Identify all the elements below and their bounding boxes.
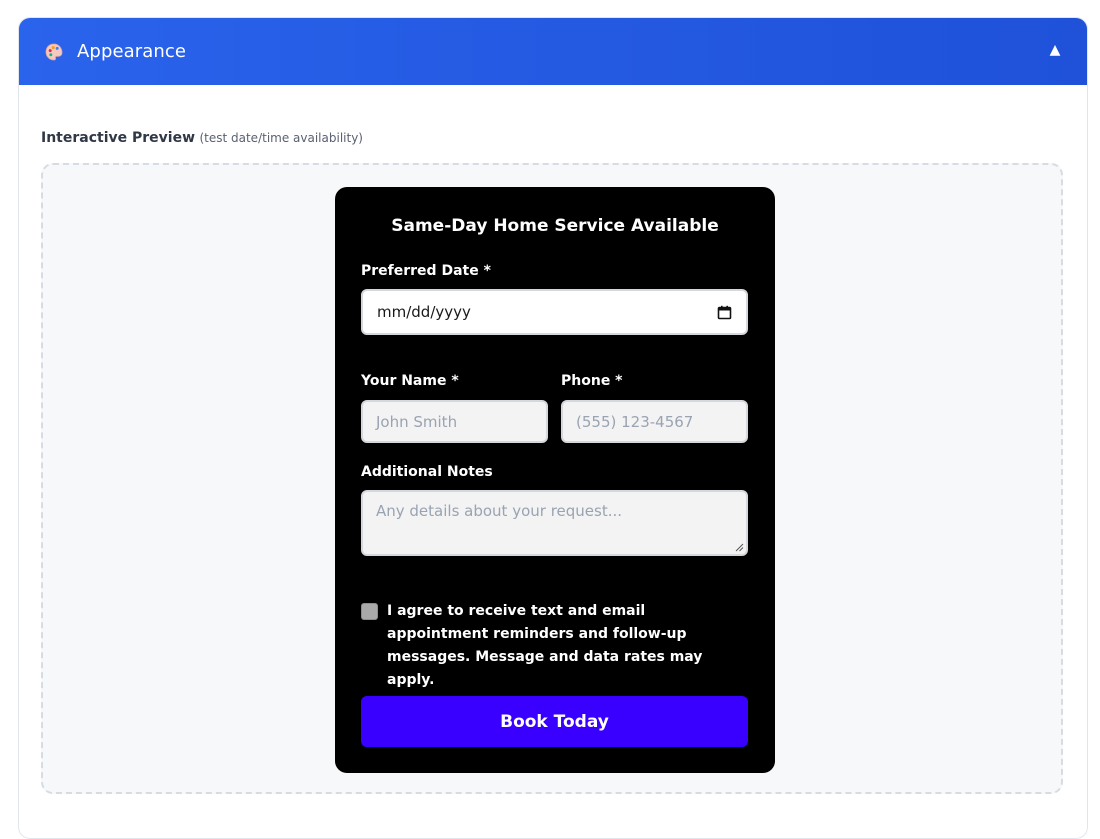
phone-label: Phone * — [561, 373, 623, 389]
caret-up-icon: ▲ — [1049, 42, 1061, 58]
book-today-button[interactable]: Book Today — [361, 696, 748, 747]
collapse-button[interactable]: ▲ — [1045, 40, 1065, 60]
name-input[interactable]: John Smith — [361, 400, 548, 443]
notes-placeholder: Any details about your request... — [376, 502, 623, 520]
phone-input[interactable]: (555) 123-4567 — [561, 400, 748, 443]
notes-label: Additional Notes — [361, 464, 493, 480]
date-input[interactable]: mm/dd/yyyy — [361, 289, 748, 335]
consent-text: I agree to receive text and email appoin… — [387, 603, 703, 688]
booking-form-card: Same-Day Home Service Available Preferre… — [335, 187, 775, 773]
consent-checkbox[interactable] — [361, 603, 378, 620]
resize-grip-icon[interactable] — [735, 543, 744, 552]
preview-area: Same-Day Home Service Available Preferre… — [41, 163, 1063, 794]
form-title: Same-Day Home Service Available — [391, 216, 719, 236]
preview-label-hint: (test date/time availability) — [199, 131, 363, 145]
appearance-panel: Appearance ▲ Interactive Preview (test d… — [18, 17, 1088, 839]
name-placeholder: John Smith — [376, 412, 458, 431]
preview-label-title: Interactive Preview — [41, 130, 196, 146]
panel-header[interactable]: Appearance ▲ — [19, 18, 1087, 85]
date-label: Preferred Date * — [361, 263, 491, 279]
calendar-icon[interactable] — [716, 304, 732, 320]
date-value: mm/dd/yyyy — [377, 303, 471, 321]
preview-label: Interactive Preview (test date/time avai… — [41, 130, 363, 146]
panel-title: Appearance — [77, 41, 187, 62]
name-label: Your Name * — [361, 373, 459, 389]
notes-textarea[interactable]: Any details about your request... — [361, 490, 748, 556]
phone-placeholder: (555) 123-4567 — [576, 412, 694, 431]
palette-icon — [43, 41, 65, 63]
